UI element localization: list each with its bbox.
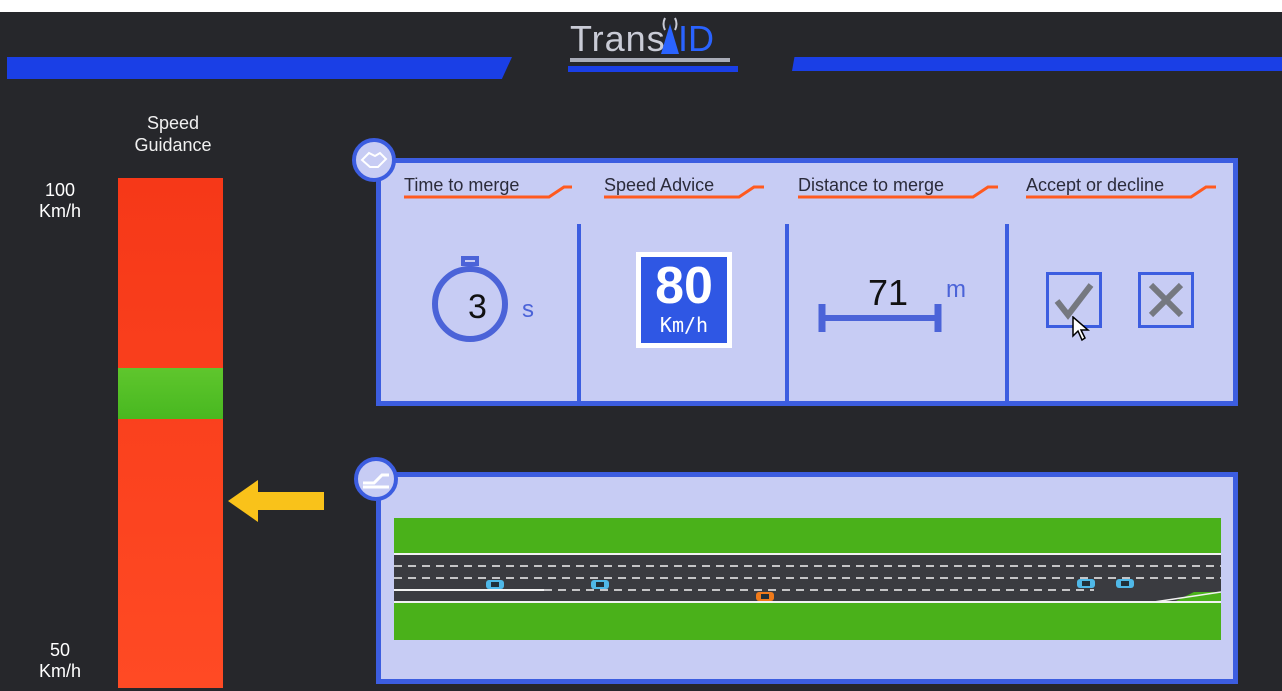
speed-target-band [118,368,223,419]
current-speed-arrow-icon [228,480,324,522]
time-heading-underline [404,185,572,199]
car-icon [591,580,609,589]
time-to-merge-value: 3 [468,288,487,326]
accept-heading-underline [1026,185,1216,199]
header-left-accent [7,57,512,79]
header-right-accent [792,57,1282,71]
speed-advice-value: 80 [655,257,713,315]
mouse-cursor-icon [1072,316,1090,342]
speed-guidance-bar [118,178,223,688]
speed-heading-underline [604,185,764,199]
column-divider [577,224,581,402]
distance-heading-underline [798,185,998,199]
top-strip [0,0,1282,12]
time-to-merge-unit: s [522,296,534,323]
cross-icon [1148,282,1184,318]
road-map [394,518,1221,640]
transaid-logo: Trans ID [560,14,740,82]
car-icon [486,580,504,589]
car-icon [1116,579,1134,588]
distance-ruler-icon [818,304,942,332]
speed-advice-unit: Km/h [659,313,709,337]
logo-underline-grey [570,58,730,62]
speed-max-label: 100 Km/h [38,180,81,221]
logo-underline-blue [568,66,738,72]
decline-button[interactable] [1138,272,1194,328]
merge-lane-icon [354,457,398,501]
car-icon [1077,579,1095,588]
speed-guidance-title: Speed Guidance [134,113,212,155]
speed-advice-sign: 80 Km/h [636,252,732,348]
speed-min-label: 50 Km/h [38,640,81,681]
logo-text-trans: Trans [570,18,666,59]
handshake-icon [352,138,396,182]
car-icon [756,592,774,601]
logo-text-id: ID [678,18,714,59]
column-divider [1005,224,1009,402]
distance-to-merge-unit: m [946,276,966,303]
column-divider [785,224,789,402]
